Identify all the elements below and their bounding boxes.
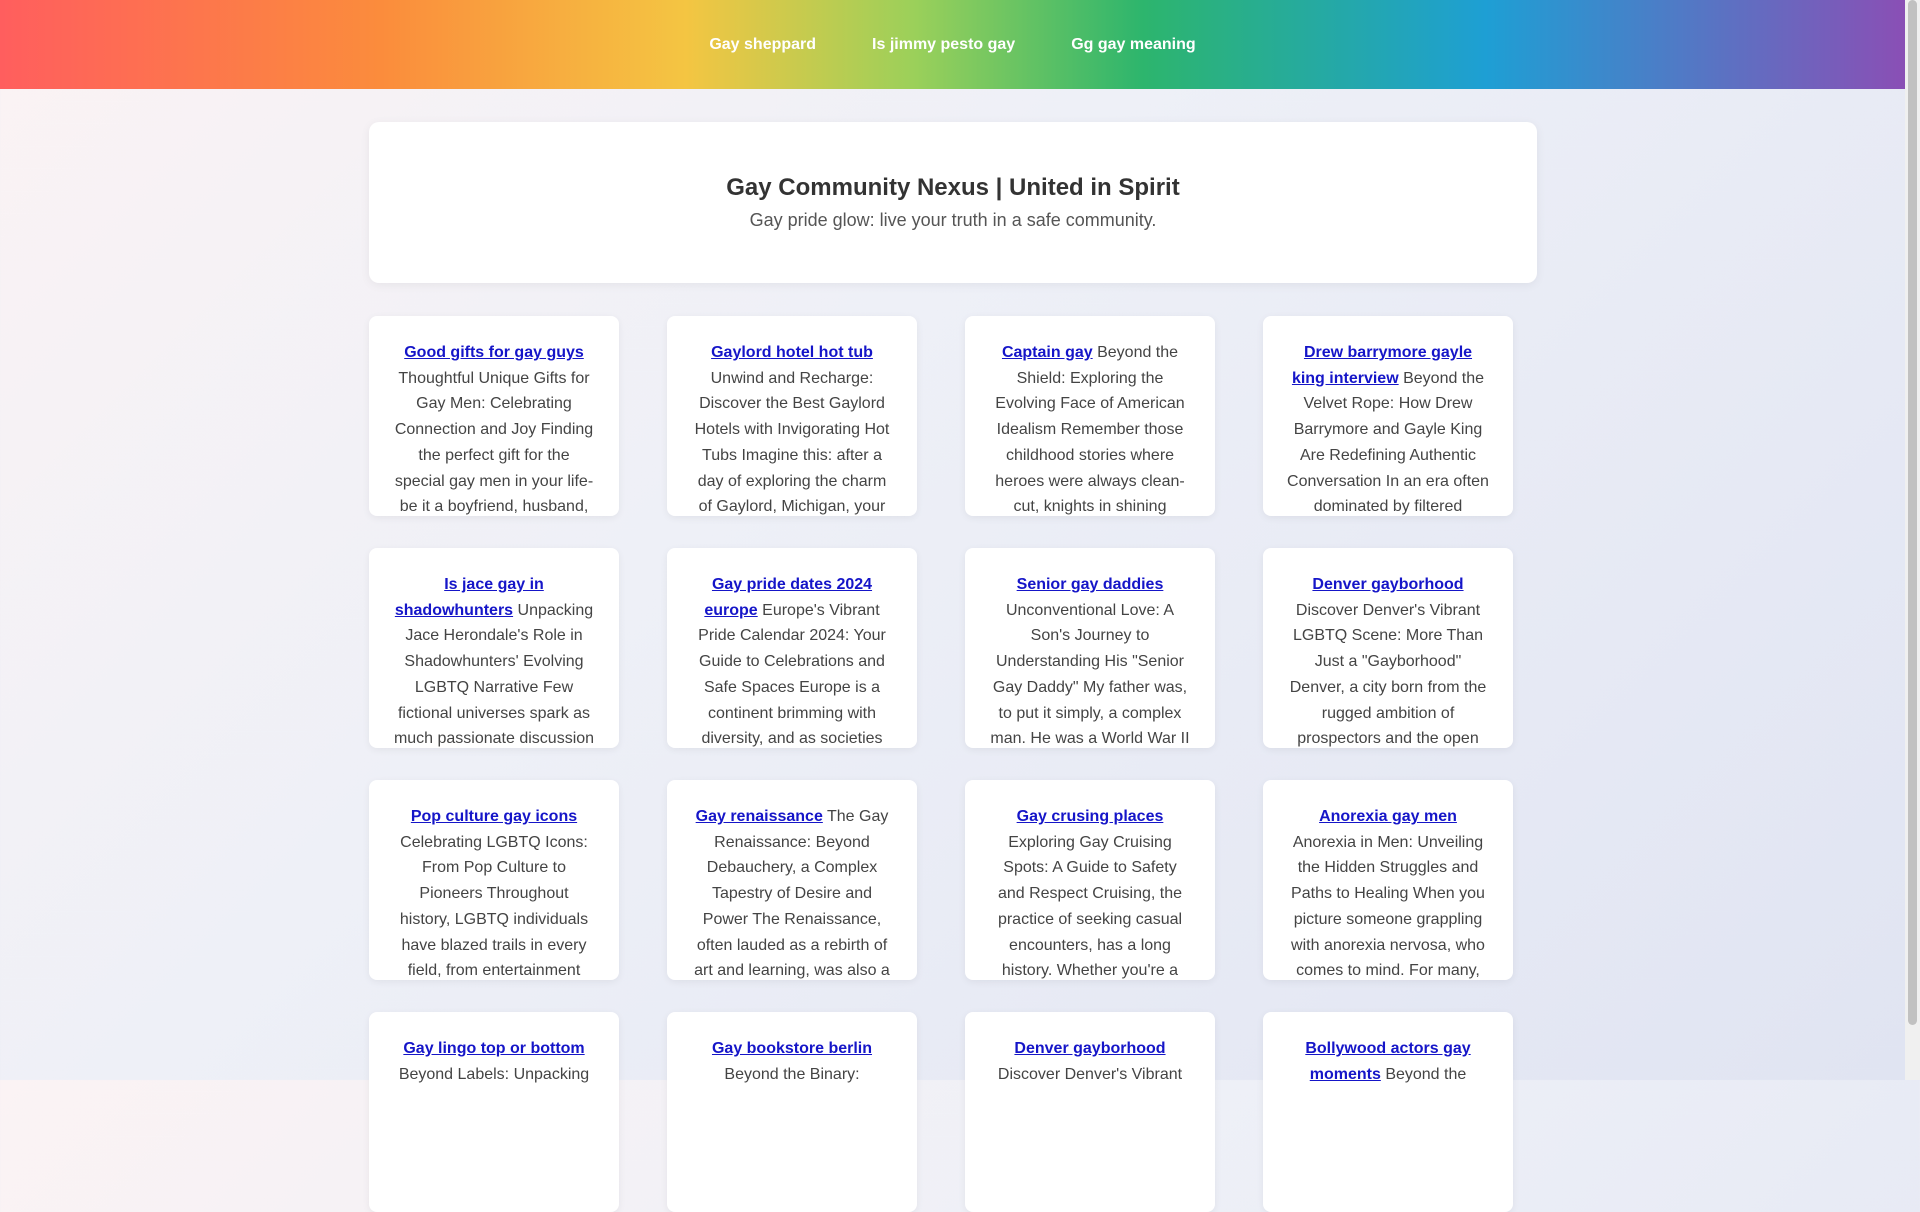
nav-link-gg-gay-meaning[interactable]: Gg gay meaning [1071,36,1195,54]
article-card-excerpt: Discover Denver's Vibrant [997,1065,1183,1083]
article-card-title-link[interactable]: Senior gay daddies [1017,576,1164,593]
article-card: Gay crusing places Exploring Gay Cruisin… [965,780,1215,980]
article-card-title-link[interactable]: Denver gayborhood [1014,1040,1165,1057]
article-card: Gay lingo top or bottom Beyond Labels: U… [369,1012,619,1212]
article-card: Good gifts for gay guys Thoughtful Uniqu… [369,316,619,516]
article-card-grid: Good gifts for gay guys Thoughtful Uniqu… [369,316,1514,1212]
article-card-title-link[interactable]: Good gifts for gay guys [404,344,584,361]
article-card-excerpt: Discover Denver's Vibrant LGBTQ Scene: M… [1289,601,1487,748]
article-card-excerpt: Beyond the Velvet Rope: How Drew Barrymo… [1287,369,1489,516]
article-card-title-link[interactable]: Gay crusing places [1017,808,1164,825]
article-card-title-link[interactable]: Gaylord hotel hot tub [711,344,873,361]
article-card: Drew barrymore gayle king interview Beyo… [1263,316,1513,516]
article-card-title-link[interactable]: Anorexia gay men [1319,808,1457,825]
article-card-excerpt: Celebrating LGBTQ Icons: From Pop Cultur… [399,833,589,980]
article-card: Gay bookstore berlin Beyond the Binary: [667,1012,917,1212]
nav-link-is-jimmy-pesto-gay[interactable]: Is jimmy pesto gay [872,36,1015,54]
page-scrollbar[interactable] [1905,0,1920,1080]
site-subtitle: Gay pride glow: live your truth in a saf… [749,210,1157,230]
site-header-card: Gay Community Nexus | United in Spirit G… [369,122,1537,283]
article-card: Pop culture gay icons Celebrating LGBTQ … [369,780,619,980]
article-card-title-link[interactable]: Gay bookstore berlin [712,1040,872,1057]
article-card-excerpt: Beyond Labels: Unpacking [398,1065,590,1083]
article-card: Denver gayborhood Discover Denver's Vibr… [965,1012,1215,1212]
article-card-title-link[interactable]: Gay renaissance [696,808,823,825]
article-card: Gaylord hotel hot tub Unwind and Recharg… [667,316,917,516]
site-title: Gay Community Nexus | United in Spirit [726,174,1180,201]
nav-link-gay-sheppard[interactable]: Gay sheppard [709,36,816,54]
article-card-excerpt: Beyond the Binary: [724,1065,860,1083]
article-card-excerpt: Beyond the Shield: Exploring the Evolvin… [995,344,1185,516]
article-card: Senior gay daddies Unconventional Love: … [965,548,1215,748]
article-card-excerpt: Exploring Gay Cruising Spots: A Guide to… [997,833,1183,980]
article-card: Gay renaissance The Gay Renaissance: Bey… [667,780,917,980]
article-card: Anorexia gay men Anorexia in Men: Unveil… [1263,780,1513,980]
article-card-title-link[interactable]: Pop culture gay icons [411,808,577,825]
article-card: Is jace gay in shadowhunters Unpacking J… [369,548,619,748]
article-card-excerpt: Thoughtful Unique Gifts for Gay Men: Cel… [394,369,594,516]
article-card-title-link[interactable]: Denver gayborhood [1312,576,1463,593]
article-card-excerpt: Unconventional Love: A Son's Journey to … [990,601,1190,748]
scrollbar-thumb[interactable] [1908,0,1917,1025]
article-card-excerpt: Europe's Vibrant Pride Calendar 2024: Yo… [698,601,886,748]
article-card-excerpt: The Gay Renaissance: Beyond Debauchery, … [694,808,890,980]
article-card-title-link[interactable]: Captain gay [1002,344,1093,361]
article-card: Captain gay Beyond the Shield: Exploring… [965,316,1215,516]
article-card-excerpt: Anorexia in Men: Unveiling the Hidden St… [1291,833,1485,980]
article-card-excerpt: Beyond the [1385,1065,1467,1083]
top-navigation-bar: Gay sheppard Is jimmy pesto gay Gg gay m… [0,0,1905,89]
article-card: Gay pride dates 2024 europe Europe's Vib… [667,548,917,748]
article-card: Denver gayborhood Discover Denver's Vibr… [1263,548,1513,748]
article-card: Bollywood actors gay moments Beyond the [1263,1012,1513,1212]
article-card-excerpt: Unwind and Recharge: Discover the Best G… [694,369,890,516]
article-card-excerpt: Unpacking Jace Herondale's Role in Shado… [393,601,595,748]
article-card-title-link[interactable]: Gay lingo top or bottom [403,1040,584,1057]
